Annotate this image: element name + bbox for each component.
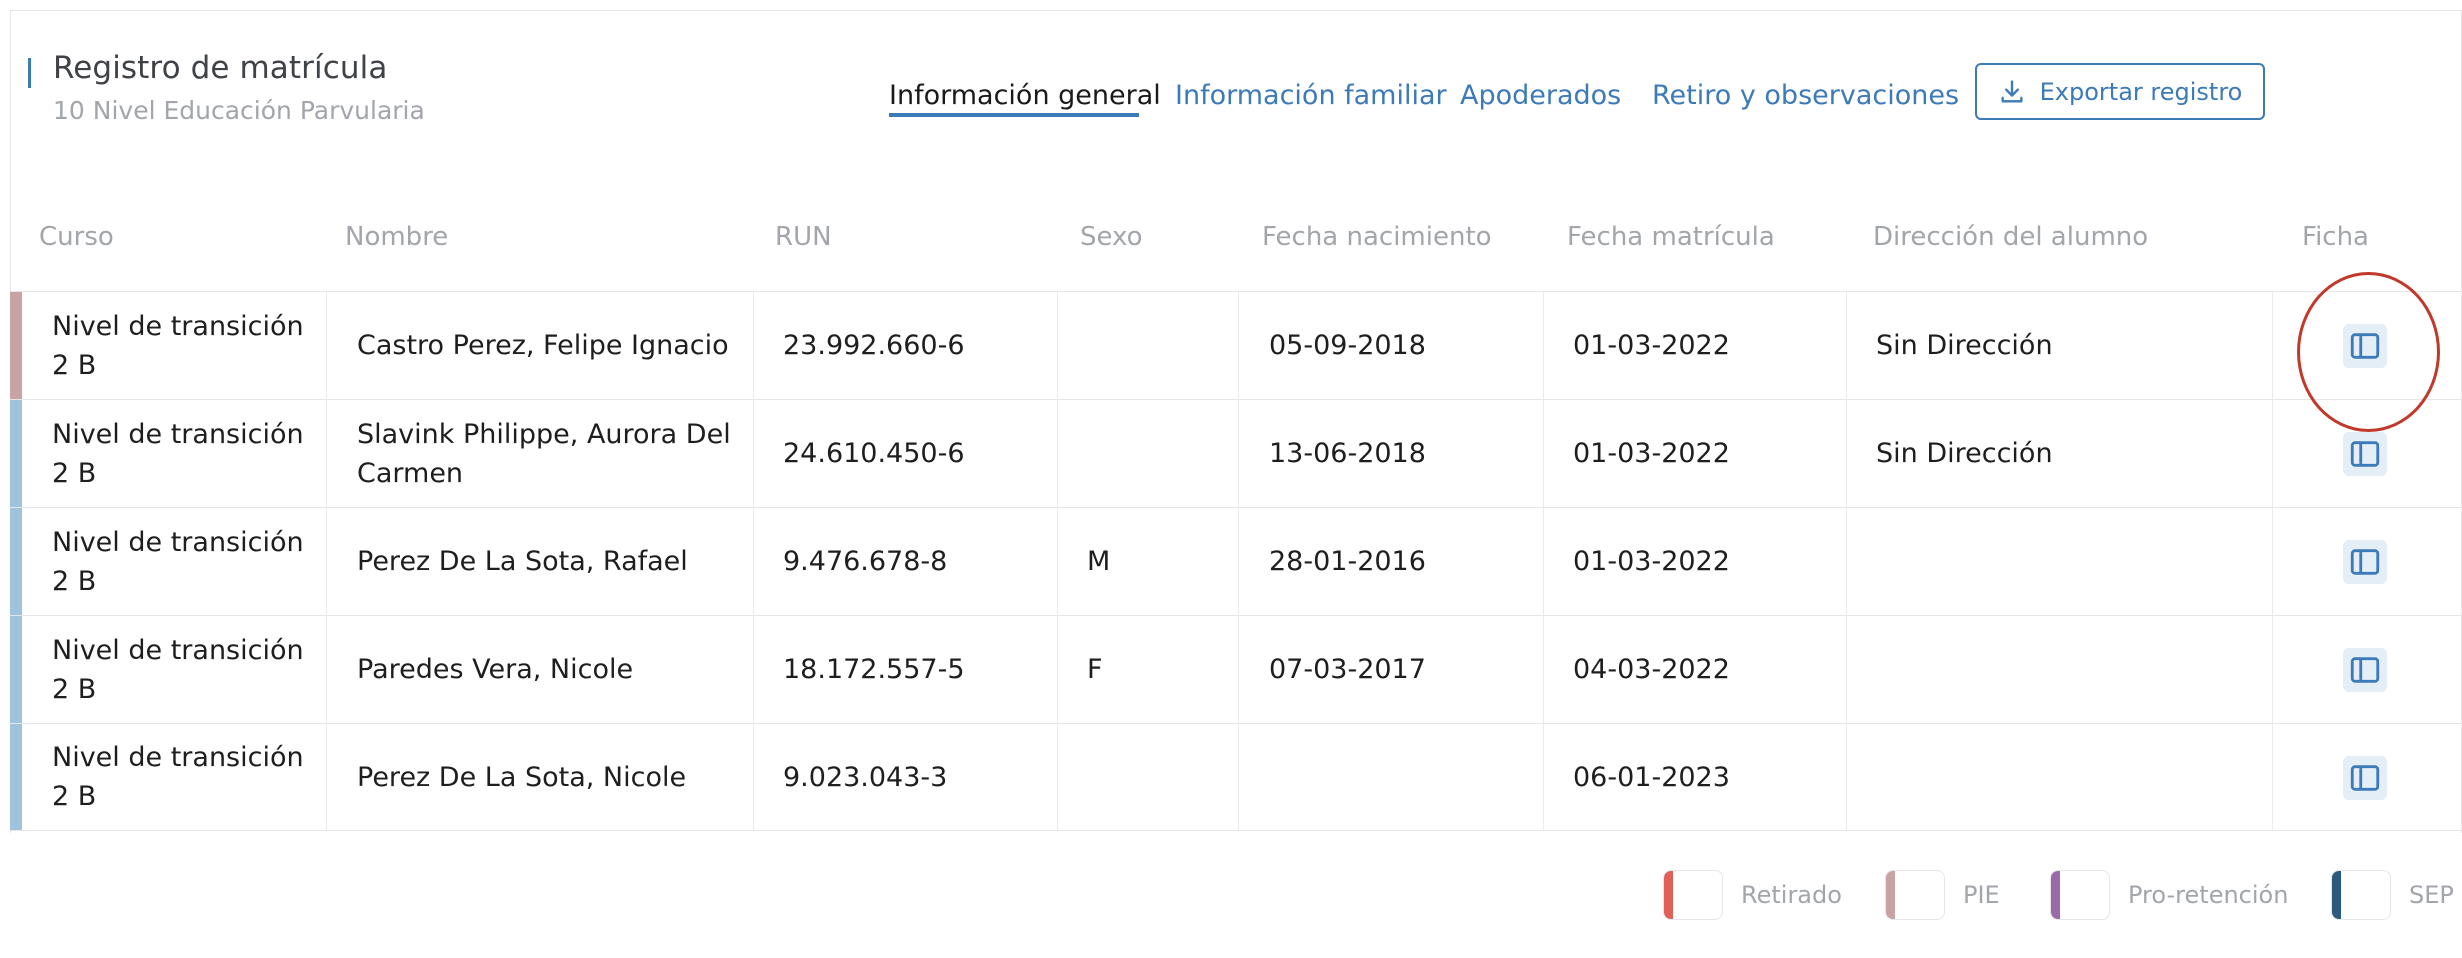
cell-sexo: F: [1087, 654, 1103, 685]
cell-run: 9.476.678-8: [783, 546, 948, 577]
column-header-ficha: Ficha: [2302, 222, 2369, 252]
column-header-nombre: Nombre: [345, 222, 449, 252]
cell-curso: Nivel de transición 2 B: [52, 634, 304, 705]
cell-sexo: [1087, 292, 1227, 399]
cell-sexo: [1087, 400, 1227, 507]
ficha-button[interactable]: [2343, 540, 2387, 584]
cell-nombre: Castro Perez, Felipe Ignacio: [357, 330, 729, 361]
page-subtitle: 10 Nivel Educación Parvularia: [53, 96, 425, 125]
cell-fecha-nacimiento: 07-03-2017: [1269, 654, 1426, 685]
legend-label: PIE: [1963, 881, 2000, 909]
row-status-stripe: [10, 508, 22, 615]
cell-direccion: [1876, 724, 2266, 830]
column-header-sexo: Sexo: [1080, 222, 1143, 252]
legend-item-retirado: Retirado: [1663, 870, 1842, 920]
cell-nombre: Paredes Vera, Nicole: [357, 654, 634, 685]
cell-direccion: Sin Dirección: [1876, 330, 2053, 361]
row-status-stripe: [10, 292, 22, 399]
cell-sexo: [1087, 724, 1227, 830]
title-accent-bar: [28, 58, 31, 88]
row-status-stripe: [10, 616, 22, 723]
column-header-fecha-matricula: Fecha matrícula: [1567, 222, 1775, 252]
cell-sexo: M: [1087, 546, 1111, 577]
table-row[interactable]: Nivel de transición 2 B Paredes Vera, Nic…: [10, 615, 2462, 723]
column-header-curso: Curso: [39, 222, 114, 252]
legend-swatch: [2331, 870, 2391, 920]
table-row[interactable]: Nivel de transición 2 B Castro Perez, Fel…: [10, 291, 2462, 399]
cell-curso: Nivel de transición 2 B: [52, 526, 304, 597]
column-header-direccion: Dirección del alumno: [1873, 222, 2149, 252]
sidebar-panel-icon: [2350, 657, 2380, 683]
legend-label: SEP: [2409, 881, 2454, 909]
legend-swatch: [1885, 870, 1945, 920]
tab-retiro-observaciones[interactable]: Retiro y observaciones: [1652, 80, 1959, 111]
ficha-button[interactable]: [2343, 432, 2387, 476]
table-row[interactable]: Nivel de transición 2 B Perez De La Sota,…: [10, 507, 2462, 615]
cell-curso: Nivel de transición 2 B: [52, 418, 304, 489]
sidebar-panel-icon: [2350, 549, 2380, 575]
table-row[interactable]: Nivel de transición 2 B Perez De La Sota,…: [10, 723, 2462, 831]
legend-item-sep: SEP: [2331, 870, 2454, 920]
ficha-button[interactable]: [2343, 756, 2387, 800]
table-row[interactable]: Nivel de transición 2 B Slavink Philippe,…: [10, 399, 2462, 507]
legend-item-pie: PIE: [1885, 870, 2000, 920]
cell-fecha-nacimiento: 05-09-2018: [1269, 330, 1426, 361]
tab-apoderados[interactable]: Apoderados: [1460, 80, 1621, 111]
legend-swatch: [2050, 870, 2110, 920]
cell-fecha-matricula: 01-03-2022: [1573, 546, 1730, 577]
cell-fecha-matricula: 06-01-2023: [1573, 761, 1730, 793]
column-header-fecha-nacimiento: Fecha nacimiento: [1262, 222, 1492, 252]
cell-run: 18.172.557-5: [783, 654, 965, 685]
cell-nombre: Slavink Philippe, Aurora Del Carmen: [357, 418, 731, 489]
cell-run: 9.023.043-3: [783, 761, 948, 793]
cell-direccion: [1876, 508, 2266, 615]
cell-fecha-matricula: 04-03-2022: [1573, 654, 1730, 685]
students-table: Nivel de transición 2 B Castro Perez, Fel…: [10, 291, 2462, 831]
ficha-button[interactable]: [2343, 648, 2387, 692]
cell-curso: Nivel de transición 2 B: [52, 310, 304, 381]
row-status-stripe: [10, 724, 22, 830]
legend-label: Retirado: [1741, 881, 1842, 909]
cell-curso: Nivel de transición 2 B: [52, 742, 304, 812]
cell-fecha-nacimiento: 28-01-2016: [1269, 546, 1426, 577]
legend-label: Pro-retención: [2128, 881, 2289, 909]
page-title: Registro de matrícula: [53, 50, 388, 86]
legend-swatch: [1663, 870, 1723, 920]
column-header-run: RUN: [775, 222, 832, 252]
active-tab-indicator: [889, 113, 1139, 117]
legend-item-pro-retencion: Pro-retención: [2050, 870, 2288, 920]
row-status-stripe: [10, 400, 22, 507]
sidebar-panel-icon: [2350, 333, 2380, 359]
download-icon: [2001, 79, 2023, 103]
cell-fecha-matricula: 01-03-2022: [1573, 330, 1730, 361]
sidebar-panel-icon: [2350, 441, 2380, 467]
cell-nombre: Perez De La Sota, Rafael: [357, 546, 688, 577]
export-registro-button[interactable]: Exportar registro: [1975, 63, 2265, 120]
cell-direccion: Sin Dirección: [1876, 438, 2053, 469]
cell-fecha-nacimiento: [1269, 724, 1539, 830]
sidebar-panel-icon: [2350, 765, 2380, 791]
export-button-label: Exportar registro: [2039, 77, 2243, 106]
cell-run: 24.610.450-6: [783, 438, 965, 469]
tab-informacion-general[interactable]: Información general: [889, 80, 1161, 111]
ficha-button[interactable]: [2343, 324, 2387, 368]
cell-fecha-matricula: 01-03-2022: [1573, 438, 1730, 469]
tab-informacion-familiar[interactable]: Información familiar: [1175, 80, 1447, 111]
cell-run: 23.992.660-6: [783, 330, 965, 361]
cell-nombre: Perez De La Sota, Nicole: [357, 761, 687, 793]
cell-direccion: [1876, 616, 2266, 723]
cell-fecha-nacimiento: 13-06-2018: [1269, 438, 1426, 469]
